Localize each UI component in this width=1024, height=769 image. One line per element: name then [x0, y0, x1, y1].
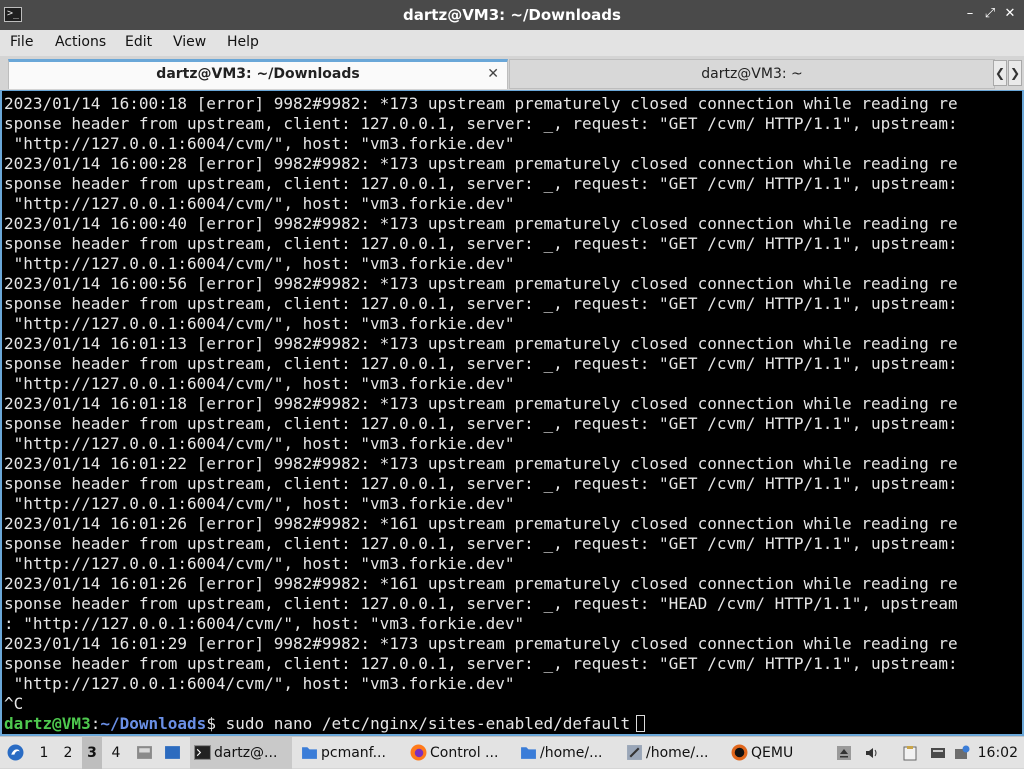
terminal-line: : "http://127.0.0.1:6004/cvm/", host: "v…: [4, 614, 525, 633]
maximize-icon[interactable]: ⤢: [982, 6, 998, 22]
eject-icon[interactable]: [836, 745, 852, 761]
terminal-line: sponse header from upstream, client: 127…: [4, 414, 958, 433]
task-pcmanfm[interactable]: pcmanf...: [297, 737, 401, 769]
clipboard-icon[interactable]: [902, 745, 918, 761]
terminal-line: sponse header from upstream, client: 127…: [4, 114, 958, 133]
menu-actions[interactable]: Actions: [55, 34, 106, 50]
terminal-line: "http://127.0.0.1:6004/cvm/", host: "vm3…: [4, 434, 515, 453]
task-label: /home/...: [540, 745, 603, 761]
prompt-symbol: $: [206, 714, 216, 733]
qemu-icon: [731, 744, 748, 761]
close-icon[interactable]: ✕: [1002, 6, 1018, 22]
terminal-line: sponse header from upstream, client: 127…: [4, 174, 958, 193]
task-firefox[interactable]: Control ...: [406, 737, 512, 769]
prompt-separator: :: [90, 714, 101, 733]
prompt-path: ~/Downloads: [100, 714, 207, 733]
prompt-command: sudo nano /etc/nginx/sites-enabled/defau…: [215, 714, 631, 733]
desktop-4[interactable]: 4: [106, 737, 126, 769]
terminal-line: 2023/01/14 16:00:40 [error] 9982#9982: *…: [4, 214, 958, 233]
menu-edit[interactable]: Edit: [125, 34, 152, 50]
terminal-line: "http://127.0.0.1:6004/cvm/", host: "vm3…: [4, 314, 515, 333]
terminal-line: "http://127.0.0.1:6004/cvm/", host: "vm3…: [4, 494, 515, 513]
terminal-line: sponse header from upstream, client: 127…: [4, 474, 958, 493]
terminal-line: 2023/01/14 16:00:18 [error] 9982#9982: *…: [4, 94, 958, 113]
terminal-line: 2023/01/14 16:01:13 [error] 9982#9982: *…: [4, 334, 958, 353]
file-manager-launcher[interactable]: [132, 737, 156, 769]
task-label: dartz@...: [214, 745, 278, 761]
terminal-line: sponse header from upstream, client: 127…: [4, 594, 958, 613]
terminal-line: "http://127.0.0.1:6004/cvm/", host: "vm3…: [4, 194, 515, 213]
taskbar: 1 2 3 4 dartz@... pcmanf... Control ... …: [0, 736, 1024, 769]
task-label: pcmanf...: [321, 745, 386, 761]
desktop-3[interactable]: 3: [82, 737, 102, 769]
task-label: /home/...: [646, 745, 709, 761]
window-title: dartz@VM3: ~/Downloads: [403, 6, 621, 24]
show-desktop-icon: [165, 746, 180, 759]
terminal-line: ^C: [4, 694, 24, 713]
terminal-line: sponse header from upstream, client: 127…: [4, 534, 958, 553]
menu-file[interactable]: File: [10, 34, 33, 50]
tab-label: dartz@VM3: ~: [701, 66, 803, 82]
tab-label: dartz@VM3: ~/Downloads: [156, 66, 360, 82]
start-menu-icon: [7, 744, 24, 761]
start-menu-button[interactable]: [4, 737, 28, 769]
terminal-prompt-line: dartz@VM3:~/Downloads$ sudo nano /etc/ng…: [4, 714, 958, 734]
terminal-line: sponse header from upstream, client: 127…: [4, 294, 958, 313]
minimize-icon[interactable]: –: [962, 6, 978, 22]
terminal-line: "http://127.0.0.1:6004/cvm/", host: "vm3…: [4, 674, 515, 693]
terminal-line: "http://127.0.0.1:6004/cvm/", host: "vm3…: [4, 254, 515, 273]
terminal-line: 2023/01/14 16:01:22 [error] 9982#9982: *…: [4, 454, 958, 473]
terminal-line: sponse header from upstream, client: 127…: [4, 354, 958, 373]
terminal-line: 2023/01/14 16:00:56 [error] 9982#9982: *…: [4, 274, 958, 293]
show-desktop-launcher[interactable]: [160, 737, 184, 769]
folder-icon: [302, 747, 317, 759]
window-titlebar: >_ dartz@VM3: ~/Downloads – ⤢ ✕: [0, 0, 1024, 30]
terminal-line: 2023/01/14 16:01:26 [error] 9982#9982: *…: [4, 574, 958, 593]
task-label: QEMU: [751, 745, 794, 761]
menu-view[interactable]: View: [173, 34, 206, 50]
task-home-folder[interactable]: /home/...: [516, 737, 618, 769]
task-label: Control ...: [430, 745, 499, 761]
tab-downloads[interactable]: dartz@VM3: ~/Downloads ✕: [8, 59, 508, 89]
network-icon[interactable]: [954, 745, 970, 761]
tab-close-icon[interactable]: ✕: [487, 62, 499, 87]
terminal-output: 2023/01/14 16:00:18 [error] 9982#9982: *…: [4, 94, 958, 734]
keyboard-icon[interactable]: [930, 745, 946, 761]
terminal-icon: [194, 745, 211, 760]
terminal-view[interactable]: 2023/01/14 16:00:18 [error] 9982#9982: *…: [0, 90, 1024, 736]
menu-help[interactable]: Help: [227, 34, 259, 50]
task-text-editor[interactable]: /home/...: [622, 737, 722, 769]
tab-scroll-right-icon[interactable]: ❯: [1008, 60, 1022, 86]
terminal-line: 2023/01/14 16:01:26 [error] 9982#9982: *…: [4, 514, 958, 533]
terminal-line: "http://127.0.0.1:6004/cvm/", host: "vm3…: [4, 554, 515, 573]
terminal-line: "http://127.0.0.1:6004/cvm/", host: "vm3…: [4, 134, 515, 153]
tab-bar: dartz@VM3: ~/Downloads ✕ dartz@VM3: ~ ❮ …: [0, 56, 1024, 90]
volume-icon[interactable]: [864, 745, 880, 761]
file-manager-icon: [137, 746, 152, 759]
desktop-2[interactable]: 2: [58, 737, 78, 769]
terminal-line: 2023/01/14 16:01:29 [error] 9982#9982: *…: [4, 634, 958, 653]
tab-home[interactable]: dartz@VM3: ~: [509, 59, 995, 89]
terminal-line: sponse header from upstream, client: 127…: [4, 654, 958, 673]
terminal-line: 2023/01/14 16:00:28 [error] 9982#9982: *…: [4, 154, 958, 173]
task-qemu[interactable]: QEMU: [727, 737, 817, 769]
menu-bar: File Actions Edit View Help: [0, 30, 1024, 56]
tab-scroll-left-icon[interactable]: ❮: [993, 60, 1007, 86]
clock[interactable]: 16:02: [978, 737, 1018, 769]
terminal-line: "http://127.0.0.1:6004/cvm/", host: "vm3…: [4, 374, 515, 393]
text-cursor: [636, 715, 646, 732]
terminal-line: sponse header from upstream, client: 127…: [4, 234, 958, 253]
task-terminal[interactable]: dartz@...: [190, 737, 292, 769]
folder-icon: [521, 747, 536, 759]
prompt-user-host: dartz@VM3: [4, 714, 91, 733]
terminal-line: 2023/01/14 16:01:18 [error] 9982#9982: *…: [4, 394, 958, 413]
desktop-1[interactable]: 1: [34, 737, 54, 769]
text-editor-icon: [627, 745, 642, 760]
firefox-icon: [410, 744, 427, 761]
